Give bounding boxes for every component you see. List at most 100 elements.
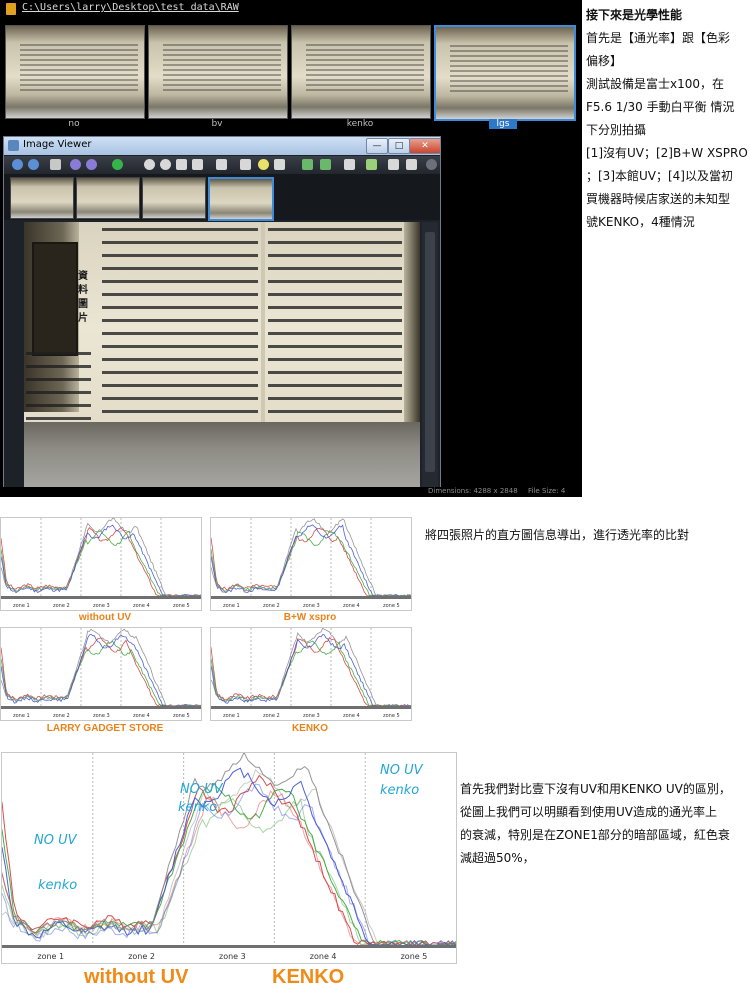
path-text[interactable]: C:\Users\larry\Desktop\test data\RAW [22, 2, 239, 13]
filmstrip-thumb[interactable] [142, 177, 206, 219]
conclusion-line: 的衰減，特別是在ZONE1部分的暗部區域，紅色衰 [460, 828, 730, 842]
histogram-plot: zone 1 zone 2 zone 3 zone 4 zone 5 [1, 628, 201, 719]
zone-label: zone 4 [133, 713, 150, 719]
histogram-curve [211, 518, 411, 597]
zoom-in-icon[interactable] [144, 159, 155, 170]
actual-size-icon[interactable] [192, 159, 203, 170]
filmstrip-thumb-selected[interactable] [208, 177, 274, 221]
first-icon[interactable] [12, 159, 23, 170]
histogram-curve [211, 634, 411, 707]
status-filesize: File Size: 4 [528, 487, 566, 495]
intro-line: 下分別拍攝 [586, 123, 647, 137]
zone-label: zone 3 [303, 603, 320, 609]
zone-label: zone 5 [401, 952, 428, 961]
edit-icon[interactable] [302, 159, 313, 170]
play-icon[interactable] [112, 159, 123, 170]
intro-line: 測試設備是富士x100，在 [586, 77, 725, 91]
histogram-curve [1, 518, 201, 597]
intro-line: [1]沒有UV；[2]B+W XSPRO [586, 146, 748, 160]
sidebar-heading: 資料圖片 [78, 271, 88, 324]
zone-label: zone 2 [53, 603, 70, 609]
folder-icon [6, 3, 16, 15]
close-button[interactable]: ✕ [409, 138, 441, 154]
big-label-without-uv: without UV [84, 966, 189, 988]
light-icon[interactable] [258, 159, 269, 170]
thumbnail-no[interactable] [5, 25, 145, 119]
maximize-button[interactable]: □ [388, 138, 410, 154]
minimize-button[interactable]: — [366, 138, 388, 154]
zone-label: zone 3 [219, 952, 246, 961]
settings-icon[interactable] [366, 159, 377, 170]
zoom-out-icon[interactable] [160, 159, 171, 170]
copy-icon[interactable] [274, 159, 285, 170]
window-icon[interactable] [406, 159, 417, 170]
info-icon[interactable] [216, 159, 227, 170]
histogram-plot: zone 1 zone 2 zone 3 zone 4 zone 5 [1, 518, 201, 609]
histogram-curve [2, 798, 456, 946]
fullscreen-icon[interactable] [388, 159, 399, 170]
label-without-uv: without UV [78, 612, 132, 623]
intro-line: ；[3]本館UV；[4]以及當初 [586, 169, 733, 183]
viewer-filmstrip [4, 174, 440, 221]
middle-text: 將四張照片的直方圖信息導出，進行透光率的比對 [425, 528, 690, 542]
viewer-title: Image Viewer [23, 139, 92, 150]
intro-line: 號KENKO，4種情況 [586, 215, 695, 229]
adjust-icon[interactable] [320, 159, 331, 170]
zone-label: zone 2 [263, 603, 280, 609]
list-icon[interactable] [50, 159, 61, 170]
status-dimensions: Dimensions: 4288 x 2848 [428, 487, 518, 495]
zone-label: zone 5 [383, 603, 400, 609]
intro-line: 首先是【通光率】跟【色彩 [586, 31, 731, 45]
histogram-curve [211, 530, 411, 597]
rotate-left-icon[interactable] [70, 159, 81, 170]
thumbnail-lgs[interactable] [434, 25, 576, 121]
histogram-curve [2, 753, 456, 946]
histogram-curve [211, 640, 411, 707]
zone-label: zone 5 [383, 713, 400, 719]
filmstrip-thumb[interactable] [76, 177, 140, 219]
big-label-kenko: KENKO [272, 966, 345, 988]
histogram-curve [1, 527, 201, 597]
histogram-curve [1, 633, 201, 707]
file-browser-screenshot: C:\Users\larry\Desktop\test data\RAW no … [0, 0, 582, 497]
intro-line: 偏移】 [586, 54, 623, 68]
slideshow-icon[interactable] [240, 159, 251, 170]
histogram-plot: zone 1 zone 2 zone 3 zone 4 zone 5 [211, 628, 411, 719]
conclusion-line: 從圖上我們可以明顯看到使用UV造成的通光率上 [460, 805, 717, 819]
histogram-without-uv: zone 1 zone 2 zone 3 zone 4 zone 5 [0, 517, 202, 611]
histogram-larry-gadget-store: zone 1 zone 2 zone 3 zone 4 zone 5 [0, 627, 202, 721]
zone-label: zone 1 [223, 713, 240, 719]
viewer-scrollbar[interactable] [422, 222, 438, 487]
annotation-no-uv-right: NO UV [380, 763, 423, 778]
viewer-titlebar[interactable]: Image Viewer — □ ✕ [4, 137, 441, 155]
rotate-right-icon[interactable] [86, 159, 97, 170]
annotation-no-uv-left: NO UV [34, 833, 77, 848]
zone-label: zone 4 [343, 603, 360, 609]
zone-label: zone 4 [133, 603, 150, 609]
status-bar: Dimensions: 4288 x 2848 File Size: 4 [0, 487, 582, 497]
zone-label: zone 3 [93, 603, 110, 609]
thumbnail-bv[interactable] [148, 25, 288, 119]
viewer-main-image: 資料圖片 [24, 222, 420, 487]
histogram-curve [1, 628, 201, 707]
zone-label: zone 5 [173, 713, 190, 719]
zone-label: zone 4 [343, 713, 360, 719]
histogram-curve [2, 782, 456, 946]
thumbnail-kenko[interactable] [291, 25, 431, 119]
histogram-curve [211, 637, 411, 707]
tone-bar [211, 706, 411, 709]
back-icon[interactable] [28, 159, 39, 170]
tools-icon[interactable] [344, 159, 355, 170]
annotation-no-uv-top: NO UV [180, 782, 223, 797]
thumbnail-label: kenko [346, 119, 374, 129]
more-icon[interactable] [426, 159, 437, 170]
fit-icon[interactable] [176, 159, 187, 170]
conclusion-line: 減超過50%， [460, 851, 535, 865]
tone-bar [211, 596, 411, 599]
app-icon [8, 140, 19, 151]
filmstrip-thumb[interactable] [10, 177, 74, 219]
path-bar: C:\Users\larry\Desktop\test data\RAW [0, 0, 582, 18]
histogram-curve [211, 524, 411, 597]
zone-label: zone 3 [93, 713, 110, 719]
zone-label: zone 4 [310, 952, 337, 961]
